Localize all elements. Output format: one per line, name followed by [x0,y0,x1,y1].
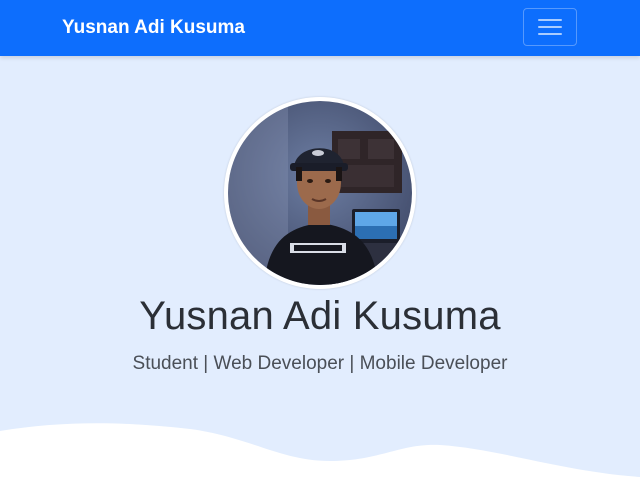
hero-name: Yusnan Adi Kusuma [139,294,501,338]
navbar-brand[interactable]: Yusnan Adi Kusuma [62,17,245,39]
navbar-toggler-button[interactable] [523,8,577,46]
wave-divider [0,423,640,481]
hamburger-menu-icon [538,19,562,36]
profile-avatar [224,97,416,289]
profile-photo [228,101,412,285]
hero-tagline: Student | Web Developer | Mobile Develop… [132,353,508,374]
hero-section: Yusnan Adi Kusuma Student | Web Develope… [0,56,640,481]
navbar: Yusnan Adi Kusuma [0,0,640,56]
